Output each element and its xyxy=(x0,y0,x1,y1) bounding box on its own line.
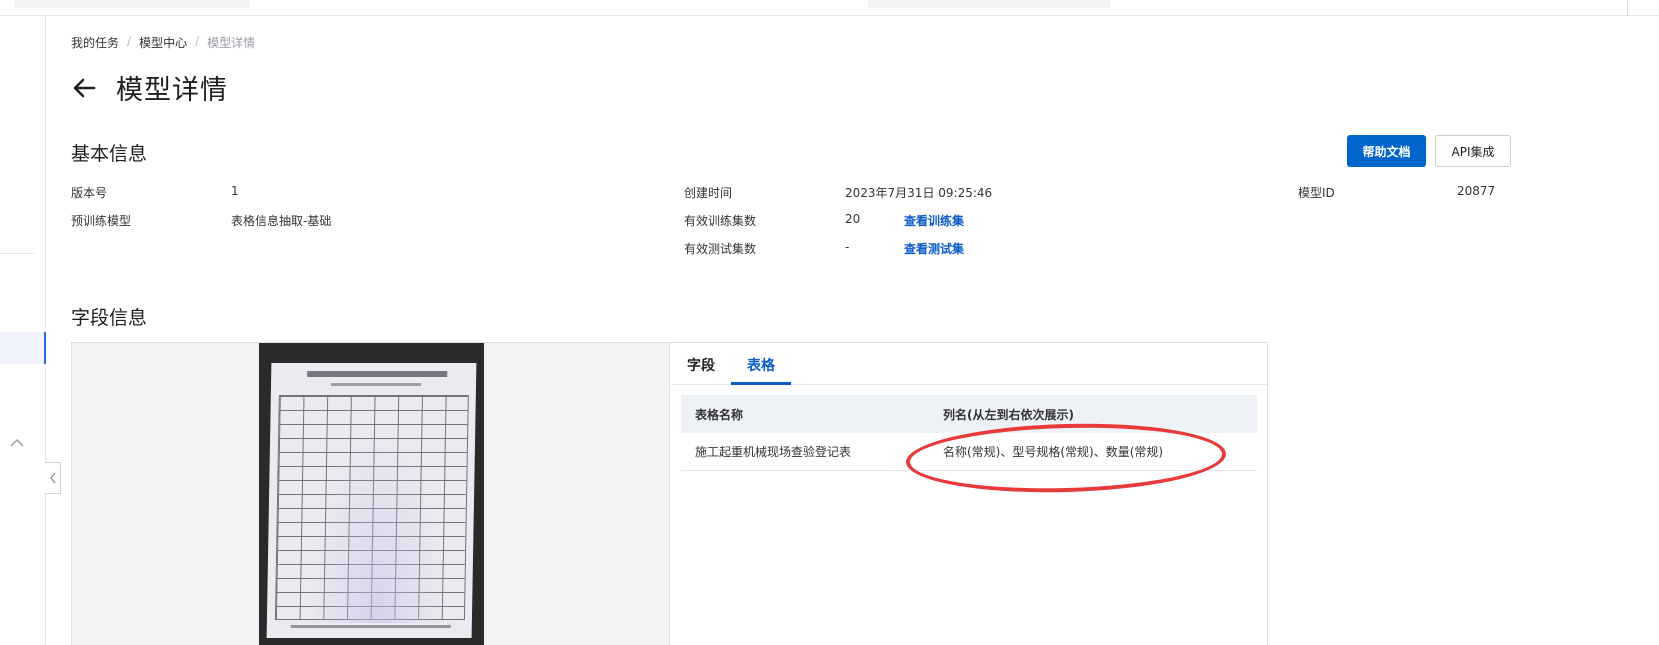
document-image xyxy=(259,343,484,645)
chevron-up-icon[interactable] xyxy=(8,434,26,452)
sidebar-collapse-button[interactable] xyxy=(45,462,61,494)
top-bar xyxy=(0,0,1659,16)
breadcrumb: 我的任务 / 模型中心 / 模型详情 xyxy=(71,34,255,51)
document-footer-mark xyxy=(290,625,451,628)
breadcrumb-separator: / xyxy=(127,34,132,48)
api-integration-button[interactable]: API集成 xyxy=(1435,135,1511,167)
help-docs-button[interactable]: 帮助文档 xyxy=(1347,135,1426,167)
tab-bar: 字段 表格 xyxy=(671,343,1267,385)
pretrain-value: 表格信息抽取-基础 xyxy=(231,214,332,228)
document-glare xyxy=(306,423,451,623)
column-header-column-names: 列名(从左到右依次展示) xyxy=(943,407,1074,422)
train-count-label: 有效训练集数 xyxy=(684,214,757,228)
breadcrumb-item[interactable]: 模型中心 xyxy=(139,34,187,51)
created-label: 创建时间 xyxy=(684,186,733,200)
breadcrumb-separator: / xyxy=(195,34,200,48)
top-bar-slot[interactable] xyxy=(868,0,1110,8)
version-label: 版本号 xyxy=(71,186,108,200)
train-count-value: 20 xyxy=(845,212,861,226)
breadcrumb-item[interactable]: 我的任务 xyxy=(71,34,119,51)
sidebar-divider xyxy=(0,253,34,254)
document-paper xyxy=(266,363,477,638)
model-id-label: 模型ID xyxy=(1298,186,1335,200)
sidebar-item-active[interactable] xyxy=(0,332,46,364)
table-cell-name: 施工起重机械现场查验登记表 xyxy=(695,445,852,459)
test-count-value: - xyxy=(845,240,850,254)
view-train-set-link[interactable]: 查看训练集 xyxy=(904,212,964,229)
section-title-basic: 基本信息 xyxy=(71,143,148,165)
document-subheading-mark xyxy=(330,383,422,386)
created-value: 2023年7月31日 09:25:46 xyxy=(845,186,993,200)
tab-tables[interactable]: 表格 xyxy=(747,355,775,375)
divider xyxy=(1627,0,1628,16)
document-heading-mark xyxy=(307,371,448,377)
active-tab-indicator xyxy=(731,382,791,385)
table-header: 表格名称 列名(从左到右依次展示) xyxy=(681,395,1257,433)
version-value: 1 xyxy=(231,184,239,198)
section-title-fields: 字段信息 xyxy=(71,307,148,329)
sidebar xyxy=(0,16,46,645)
top-bar-slot[interactable] xyxy=(14,0,250,8)
tab-fields[interactable]: 字段 xyxy=(687,355,715,375)
view-test-set-link[interactable]: 查看测试集 xyxy=(904,240,964,257)
model-id-value: 20877 xyxy=(1457,184,1496,198)
test-count-label: 有效测试集数 xyxy=(684,242,757,256)
fields-tabs-area: 字段 表格 表格名称 列名(从左到右依次展示) 施工起重机械现场查验登记表 名称… xyxy=(671,343,1267,645)
fields-panel: 字段 表格 表格名称 列名(从左到右依次展示) 施工起重机械现场查验登记表 名称… xyxy=(71,342,1268,645)
page-header: 模型详情 xyxy=(70,68,228,107)
breadcrumb-current: 模型详情 xyxy=(207,36,256,50)
chevron-left-icon xyxy=(49,472,56,484)
page-title: 模型详情 xyxy=(116,75,228,106)
back-arrow-icon[interactable] xyxy=(70,74,98,102)
column-header-table-name: 表格名称 xyxy=(695,407,744,422)
pretrain-label: 预训练模型 xyxy=(71,214,132,228)
document-preview xyxy=(72,343,670,645)
